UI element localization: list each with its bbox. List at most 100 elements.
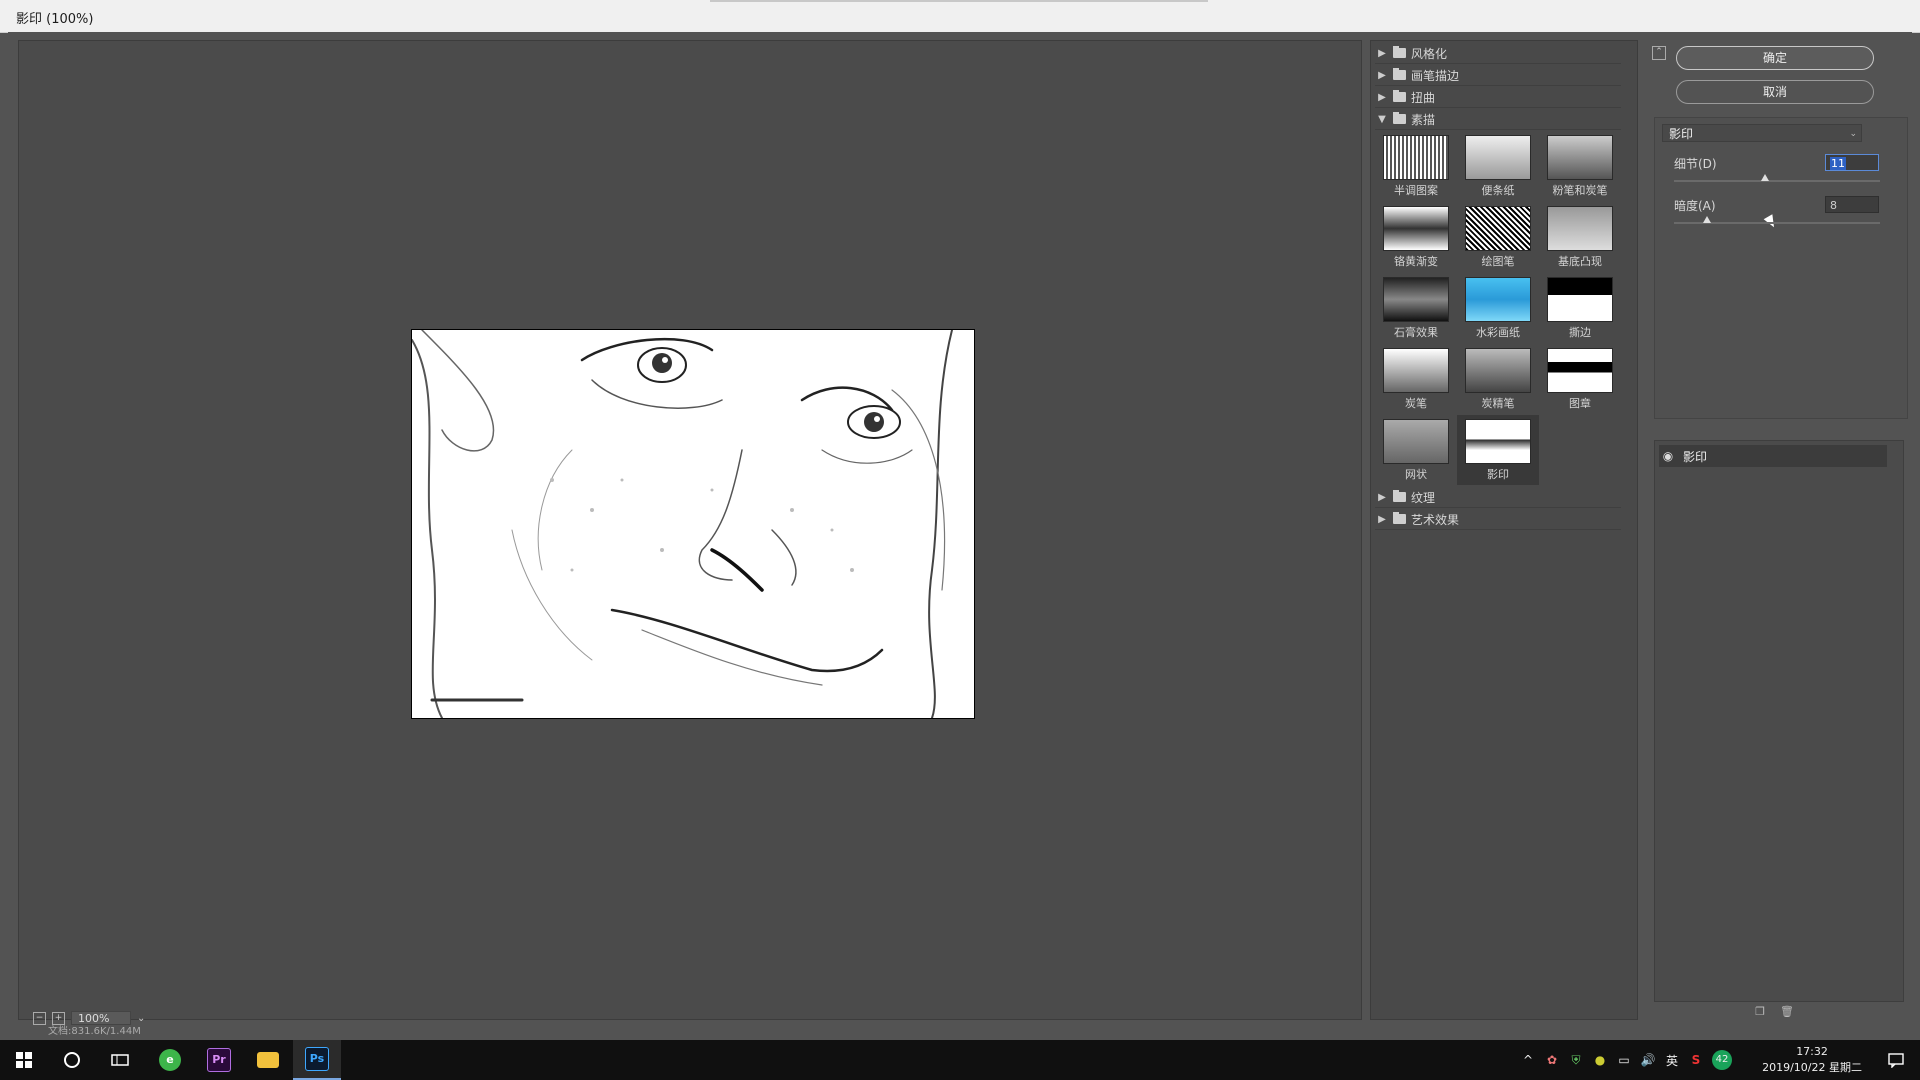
filter-gallery-panel: ▶ 风格化 ▶ 画笔描边 ▶ 扭曲 ▼ 素描 半调图案 便条纸 粉笔和炭笔 铬黄…: [1370, 40, 1638, 1020]
thumbnail-image: [1465, 419, 1531, 464]
category-stylize[interactable]: ▶ 风格化: [1375, 43, 1621, 64]
input-method-icon[interactable]: S: [1684, 1053, 1708, 1067]
category-label: 素描: [1411, 112, 1436, 127]
filter-select[interactable]: 影印 ⌄: [1662, 124, 1862, 142]
thumbnail-image: [1383, 206, 1449, 251]
filter-name: 图章: [1569, 397, 1591, 410]
cortana-button[interactable]: [48, 1040, 96, 1080]
thumbnail-image: [1383, 348, 1449, 393]
ok-button[interactable]: 确定: [1676, 46, 1874, 70]
category-label: 扭曲: [1411, 90, 1436, 105]
category-distort[interactable]: ▶ 扭曲: [1375, 87, 1621, 108]
tray-status-icon[interactable]: ●: [1588, 1053, 1612, 1067]
window-title: 影印 (100%): [16, 12, 94, 27]
detail-label: 细节(D): [1674, 157, 1717, 171]
detail-slider-track[interactable]: [1674, 180, 1880, 182]
volume-icon[interactable]: 🔊: [1636, 1053, 1660, 1067]
title-bar-strip: [710, 0, 1208, 2]
darkness-slider-handle[interactable]: [1702, 216, 1711, 223]
darkness-value: 8: [1830, 199, 1837, 212]
filter-thumb-torn-edges[interactable]: 撕边: [1539, 273, 1621, 343]
thumbnail-image: [1465, 135, 1531, 180]
filter-thumb-chrome[interactable]: 铬黄渐变: [1375, 202, 1457, 272]
category-brush-strokes[interactable]: ▶ 画笔描边: [1375, 65, 1621, 86]
filter-thumb-reticulation[interactable]: 网状: [1375, 415, 1457, 485]
effect-layer-row[interactable]: ◉ 影印: [1659, 445, 1887, 467]
detail-value: 11: [1830, 157, 1846, 170]
system-tray: ^ ✿ ⛨ ● ▭ 🔊 英 S 42: [1516, 1040, 1736, 1080]
trash-icon[interactable]: 🗑: [1780, 1006, 1794, 1018]
new-effect-layer-icon[interactable]: ❐: [1754, 1006, 1766, 1018]
thumbnail-image: [1465, 206, 1531, 251]
filter-thumb-halftone[interactable]: 半调图案: [1375, 131, 1457, 201]
task-view-button[interactable]: [96, 1040, 144, 1080]
category-sketch[interactable]: ▼ 素描: [1375, 109, 1621, 130]
filter-thumb-plaster[interactable]: 石膏效果: [1375, 273, 1457, 343]
thumbnail-image: [1383, 135, 1449, 180]
browser-app-button[interactable]: e: [146, 1040, 194, 1080]
expand-arrow-icon: ▶: [1378, 513, 1386, 525]
filter-name: 铬黄渐变: [1394, 255, 1438, 268]
filter-thumb-water-paper[interactable]: 水彩画纸: [1457, 273, 1539, 343]
detail-input[interactable]: 11: [1825, 154, 1879, 171]
darkness-label: 暗度(A): [1674, 199, 1716, 213]
category-texture[interactable]: ▶ 纹理: [1375, 487, 1621, 508]
shield-icon[interactable]: ⛨: [1564, 1053, 1588, 1068]
layer-name: 影印: [1683, 449, 1708, 464]
filter-name: 网状: [1405, 468, 1427, 481]
windows-start-button[interactable]: [0, 1040, 48, 1080]
action-center-button[interactable]: [1872, 1040, 1920, 1080]
category-artistic[interactable]: ▶ 艺术效果: [1375, 509, 1621, 530]
zoom-out-button[interactable]: −: [33, 1011, 46, 1025]
thumbnail-image: [1547, 348, 1613, 393]
premiere-app-button[interactable]: Pr: [195, 1040, 243, 1080]
darkness-input[interactable]: 8: [1825, 196, 1879, 213]
filter-thumb-charcoal[interactable]: 炭笔: [1375, 344, 1457, 414]
filter-name: 半调图案: [1394, 184, 1438, 197]
thumbnail-image: [1547, 277, 1613, 322]
category-label: 艺术效果: [1411, 512, 1460, 527]
photoshop-app-button[interactable]: Ps: [293, 1040, 341, 1080]
sketch-face-image: [412, 330, 974, 718]
clock-date: 2019/10/22 星期二: [1762, 1061, 1862, 1074]
folder-icon: [1393, 46, 1406, 58]
open-folder-icon: [1393, 112, 1406, 124]
filter-name: 粉笔和炭笔: [1552, 184, 1608, 197]
thumbnail-image: [1465, 348, 1531, 393]
filter-thumb-note-paper[interactable]: 便条纸: [1457, 131, 1539, 201]
windows-logo-icon: [16, 1052, 32, 1068]
preview-canvas[interactable]: − + 100% ⌄: [18, 40, 1362, 1025]
folder-icon: [257, 1052, 279, 1068]
filter-name: 炭精笔: [1481, 397, 1515, 410]
filter-thumb-graphic-pen[interactable]: 绘图笔: [1457, 202, 1539, 272]
network-icon[interactable]: ▭: [1612, 1053, 1636, 1067]
ime-indicator[interactable]: 英: [1660, 1052, 1684, 1069]
preview-image: [411, 329, 975, 719]
collapse-arrow-icon: ▼: [1378, 113, 1386, 125]
expand-arrow-icon: ▶: [1378, 47, 1386, 59]
clock[interactable]: 17:32 2019/10/22 星期二: [1762, 1044, 1862, 1076]
folder-icon: [1393, 68, 1406, 80]
eye-icon[interactable]: ◉: [1659, 449, 1677, 463]
filter-name: 基底凸现: [1558, 255, 1602, 268]
tray-badge-value: 42: [1712, 1050, 1732, 1070]
filter-gallery-dialog: − + 100% ⌄ 文档:831.6K/1.44M ▶ 风格化 ▶ 画笔描边 …: [8, 32, 1912, 1037]
filter-thumb-photocopy[interactable]: 影印: [1457, 415, 1539, 485]
folder-icon: [1393, 90, 1406, 102]
tray-badge[interactable]: 42: [1708, 1050, 1736, 1070]
filter-thumb-stamp[interactable]: 图章: [1539, 344, 1621, 414]
detail-slider-handle[interactable]: [1760, 174, 1769, 181]
title-bar: 影印 (100%): [0, 0, 1920, 33]
tray-app-icon[interactable]: ✿: [1540, 1053, 1564, 1067]
folder-icon: [1393, 512, 1406, 524]
tray-overflow-icon[interactable]: ^: [1516, 1053, 1540, 1067]
expand-arrow-icon: ▶: [1378, 491, 1386, 503]
cancel-button[interactable]: 取消: [1676, 80, 1874, 104]
collapse-gallery-icon[interactable]: ⌃: [1652, 46, 1666, 60]
filter-thumb-bas-relief[interactable]: 基底凸现: [1539, 202, 1621, 272]
file-explorer-button[interactable]: [244, 1040, 292, 1080]
filter-thumb-conte-crayon[interactable]: 炭精笔: [1457, 344, 1539, 414]
filter-thumb-chalk-charcoal[interactable]: 粉笔和炭笔: [1539, 131, 1621, 201]
filter-name: 撕边: [1569, 326, 1591, 339]
folder-icon: [1393, 490, 1406, 502]
